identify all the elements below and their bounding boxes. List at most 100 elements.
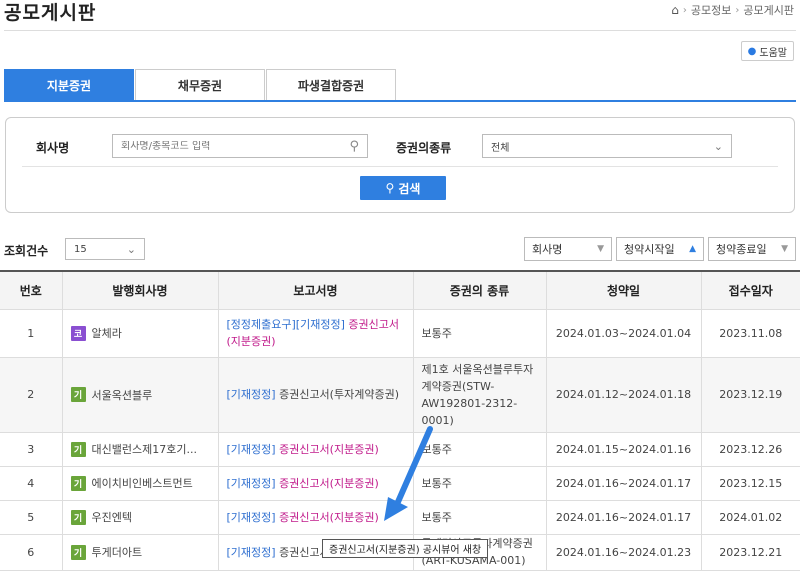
subscription-period-cell: 2024.01.16~2024.01.17	[545, 466, 701, 501]
breadcrumb-item-2[interactable]: 공모게시판	[743, 2, 794, 18]
market-badge: 기	[70, 544, 86, 560]
col-header-report: 보고서명	[217, 270, 413, 310]
help-label: 도움말	[759, 47, 787, 59]
subscription-period-cell: 2024.01.16~2024.01.17	[545, 500, 701, 535]
company-name-link[interactable]: 투게더아트	[92, 544, 143, 560]
chevron-right-icon: ›	[735, 4, 740, 16]
report-tag-link[interactable]: [기재정정]	[227, 477, 276, 490]
breadcrumb-item-1[interactable]: 공모정보	[691, 2, 731, 18]
sort-controls: 회사명 ▼ 청약시작일 ▲ 청약종료일 ▼	[524, 237, 796, 261]
col-header-no: 번호	[0, 270, 62, 310]
company-cell: 코 알체라	[61, 309, 218, 358]
report-tag-link[interactable]: [기재정정]	[227, 511, 276, 524]
security-type-cell: 보통주	[412, 309, 546, 358]
report-tag-link[interactable]: [기재정정]	[227, 443, 276, 456]
company-cell: 기 대신밸런스제17호기...	[61, 432, 218, 467]
col-header-subscription: 청약일	[545, 270, 701, 310]
market-badge: 코	[70, 325, 86, 341]
report-name-link[interactable]: 증권신고서(지분증권)	[279, 477, 379, 490]
company-label: 회사명	[36, 141, 70, 155]
table-row[interactable]: 3 기 대신밸런스제17호기... [기재정정] 증권신고서(지분증권) 보통주 2024…	[0, 432, 800, 467]
market-badge: 기	[70, 509, 86, 525]
tab-derivative[interactable]: 파생결합증권	[266, 69, 396, 100]
report-tag-link[interactable]: [정정제출요구][기재정정]	[227, 318, 345, 331]
row-number: 6	[0, 534, 62, 571]
security-type-label: 증권의종류	[396, 141, 452, 155]
company-name-link[interactable]: 우진엔텍	[92, 509, 132, 525]
company-name-link[interactable]: 대신밸런스제17호기...	[92, 441, 197, 457]
report-tag-link[interactable]: [기재정정]	[227, 388, 276, 401]
table-row[interactable]: 2 기 서울옥션블루 [기재정정] 증권신고서(투자계약증권) 제1호 서울옥션블루투자…	[0, 357, 800, 433]
search-button[interactable]: ⚲ 검색	[360, 176, 446, 200]
company-name-link[interactable]: 알체라	[92, 325, 122, 341]
sort-company-label: 회사명	[532, 243, 563, 256]
report-cell: [기재정정] 증권신고서(지분증권)	[217, 432, 413, 467]
received-date-cell: 2024.01.02	[700, 500, 800, 535]
chevron-down-icon: ⌄	[126, 242, 136, 256]
sort-start-date-button[interactable]: 청약시작일 ▲	[616, 237, 704, 261]
security-type-cell: 보통주	[412, 500, 546, 535]
market-badge: 기	[70, 441, 86, 457]
sort-down-icon: ▼	[597, 244, 604, 254]
sort-down-icon: ▼	[781, 244, 788, 254]
received-date-cell: 2023.11.08	[700, 309, 800, 358]
sort-company-button[interactable]: 회사명 ▼	[524, 237, 612, 261]
market-badge: 기	[70, 475, 86, 491]
report-name-link[interactable]: 증권신고서(투자계약증권)	[279, 388, 399, 401]
company-name-link[interactable]: 에이치비인베스트먼트	[92, 475, 193, 491]
report-cell: [기재정정] 증권신고서(지분증권)	[217, 500, 413, 535]
report-tag-link[interactable]: [기재정정]	[227, 546, 276, 559]
col-header-type: 증권의 종류	[412, 270, 546, 310]
tab-equity[interactable]: 지분증권	[4, 69, 134, 100]
sort-end-date-button[interactable]: 청약종료일 ▼	[708, 237, 796, 261]
company-cell: 기 에이치비인베스트먼트	[61, 466, 218, 501]
security-type-cell: 제1호 서울옥션블루투자계약증권(STW-AW192801-2312-0001)	[412, 357, 546, 433]
subscription-period-cell: 2024.01.16~2024.01.23	[545, 534, 701, 571]
search-panel: 회사명 ⚲ 증권의종류 전체 ⌄ ⚲ 검색	[5, 117, 795, 213]
row-number: 4	[0, 466, 62, 501]
search-icon[interactable]: ⚲	[349, 139, 359, 154]
search-icon: ⚲	[385, 181, 395, 195]
home-icon[interactable]: ⌂	[671, 3, 679, 17]
received-date-cell: 2023.12.19	[700, 357, 800, 433]
received-date-cell: 2023.12.15	[700, 466, 800, 501]
count-label: 조회건수	[4, 244, 49, 258]
company-search-field[interactable]: ⚲	[112, 134, 368, 158]
market-badge: 기	[70, 387, 86, 402]
breadcrumb: ⌂ › 공모정보 › 공모게시판	[671, 2, 794, 18]
row-number: 3	[0, 432, 62, 467]
count-select[interactable]: 15 ⌄	[65, 238, 145, 260]
chevron-right-icon: ›	[682, 4, 687, 16]
row-number: 1	[0, 309, 62, 358]
chevron-down-icon: ⌄	[713, 139, 723, 153]
received-date-cell: 2023.12.26	[700, 432, 800, 467]
sort-end-label: 청약종료일	[716, 243, 767, 256]
subscription-period-cell: 2024.01.12~2024.01.18	[545, 357, 701, 433]
help-button[interactable]: ● 도움말	[740, 41, 794, 61]
row-number: 2	[0, 357, 62, 433]
report-name-link[interactable]: 증권신고서(지분증권)	[279, 511, 379, 524]
security-type-value: 전체	[491, 142, 510, 154]
received-date-cell: 2023.12.21	[700, 534, 800, 571]
search-divider	[22, 166, 778, 167]
company-cell: 기 우진엔텍	[61, 500, 218, 535]
tab-debt[interactable]: 채무증권	[135, 69, 265, 100]
company-search-input[interactable]	[121, 140, 321, 152]
table-row[interactable]: 4 기 에이치비인베스트먼트 [기재정정] 증권신고서(지분증권) 보통주 2024.01…	[0, 466, 800, 501]
table-row[interactable]: 1 코 알체라 [정정제출요구][기재정정] 증권신고서(지분증권) 보통주 2024.0…	[0, 309, 800, 358]
company-cell: 기 투게더아트	[61, 534, 218, 571]
sort-up-icon: ▲	[689, 244, 696, 254]
sort-start-label: 청약시작일	[624, 243, 675, 256]
report-cell: [기재정정] 증권신고서(지분증권)	[217, 466, 413, 501]
report-cell: [기재정정] 증권신고서(투자계약증권)	[217, 357, 413, 433]
report-cell: [정정제출요구][기재정정] 증권신고서(지분증권)	[217, 309, 413, 358]
company-cell: 기 서울옥션블루	[61, 357, 218, 433]
count-value: 15	[74, 243, 87, 255]
tab-underline	[4, 100, 796, 102]
title-divider	[4, 30, 796, 31]
company-name-link[interactable]: 서울옥션블루	[92, 387, 153, 403]
security-type-select[interactable]: 전체 ⌄	[482, 134, 732, 158]
report-name-link[interactable]: 증권신고서(지분증권)	[279, 443, 379, 456]
table-row[interactable]: 5 기 우진엔텍 [기재정정] 증권신고서(지분증권) 보통주 2024.01.16~20…	[0, 500, 800, 535]
offering-table: 번호 발행회사명 보고서명 증권의 종류 청약일 접수일자 1 코 알체라 [정정제출…	[0, 270, 800, 571]
